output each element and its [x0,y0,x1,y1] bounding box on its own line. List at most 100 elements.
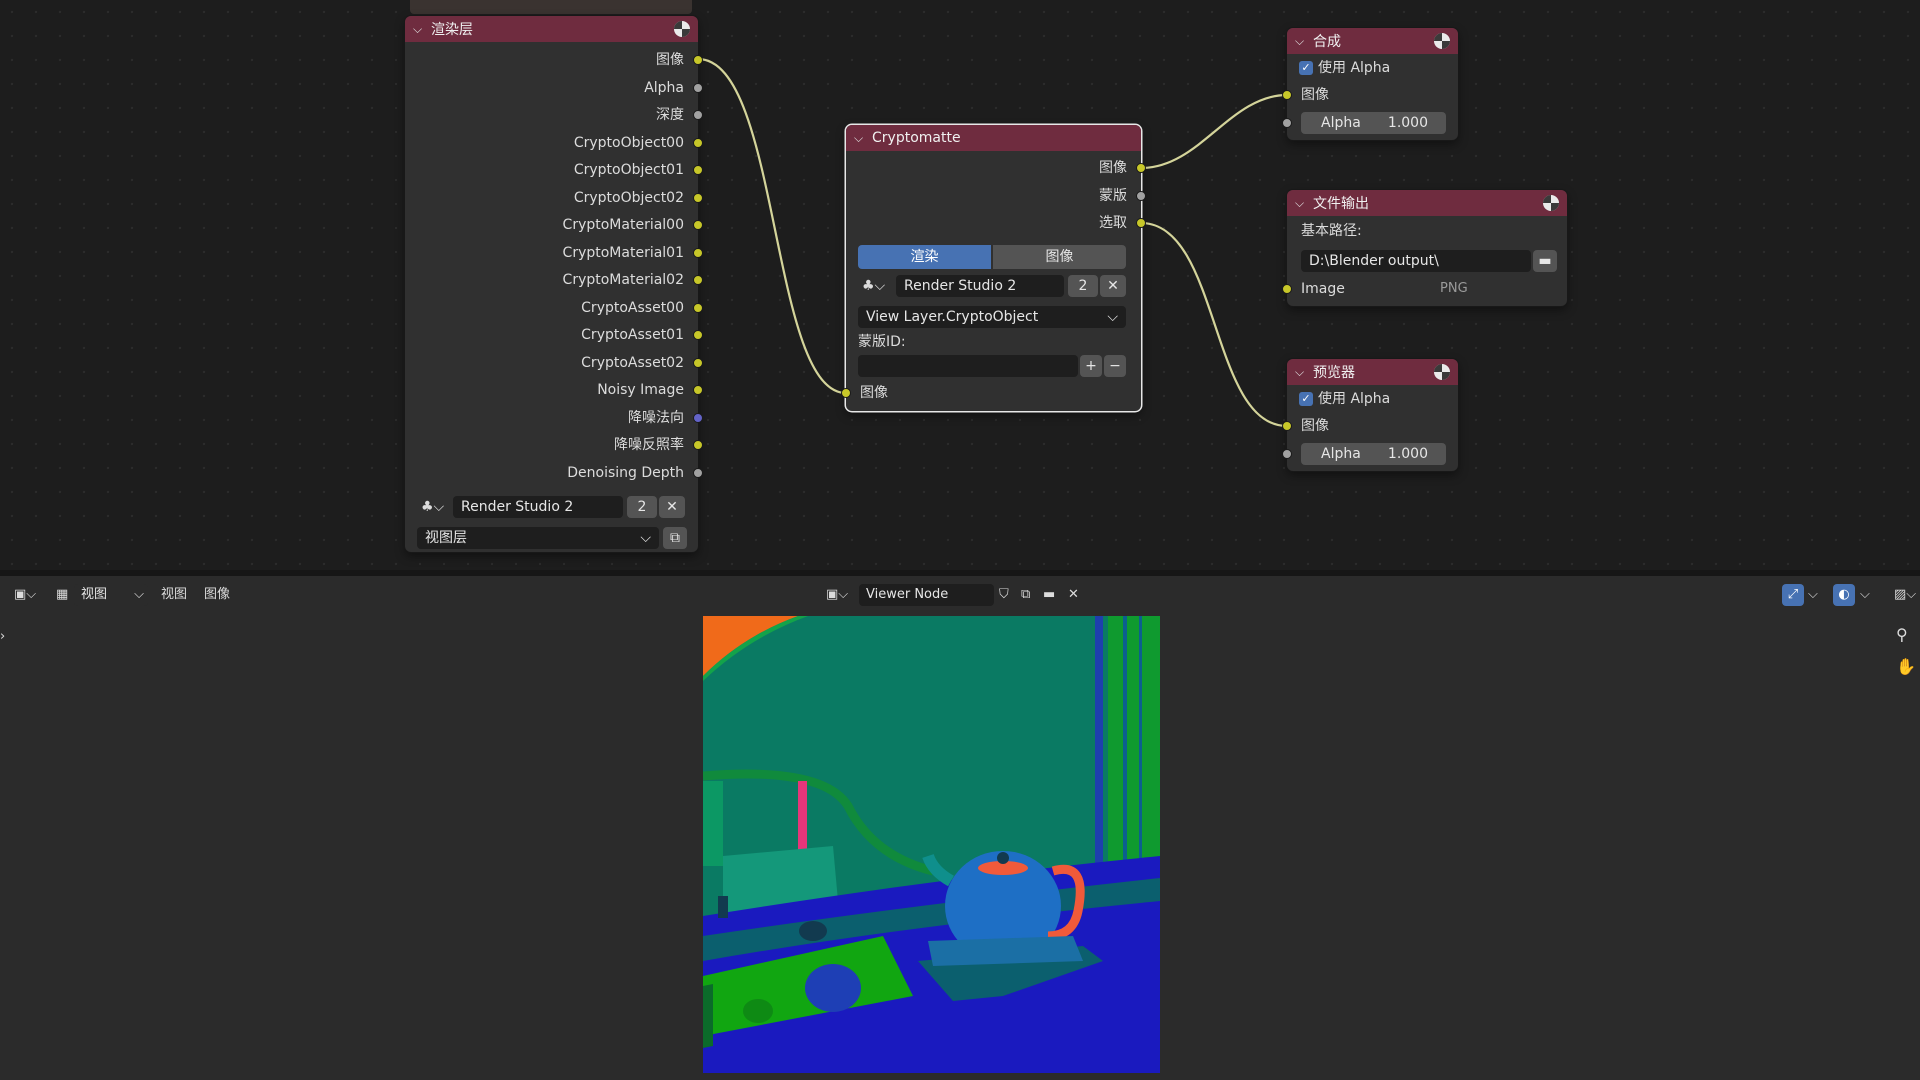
output-socket[interactable] [693,357,703,368]
chevron-down-icon[interactable]: ⌵ [854,131,872,146]
editor-type-icon[interactable]: ▣⌵ [14,584,36,606]
layer-name: View Layer.CryptoObject [866,309,1039,325]
render-layers-node[interactable]: ⌵ 渲染层 图像 Alpha 深度 CryptoObject00 CryptoObjec… [405,16,703,552]
scene-icon[interactable]: ♣⌵ [862,275,885,297]
globe-icon [1434,33,1450,49]
user-count[interactable]: 2 [1068,275,1098,297]
scene-selector[interactable]: ♣⌵ Render Studio 2 2 ✕ [417,496,687,518]
fake-user-icon[interactable]: ⛉ [999,584,1009,606]
close-icon[interactable]: ✕ [1068,584,1079,606]
layer-dropdown[interactable]: View Layer.CryptoObject ⌵ [858,306,1126,328]
close-icon[interactable]: ✕ [659,496,685,518]
chevron-down-icon[interactable]: ⌵ [1808,584,1818,606]
output-socket[interactable] [693,165,703,175]
hand-icon[interactable]: ✋ [1896,656,1916,678]
image-browse-icon[interactable]: ▣⌵ [826,584,848,606]
checkbox-icon[interactable]: ✓ [1299,61,1313,75]
image-input-socket[interactable] [1282,284,1292,294]
chevron-down-icon[interactable]: ⌵ [1295,196,1313,211]
overlay-icon[interactable]: ◐ [1833,584,1855,606]
output-socket[interactable] [693,110,703,120]
output-socket[interactable] [693,192,703,203]
output-socket[interactable] [1136,190,1146,201]
output-socket[interactable] [693,55,703,65]
viewer-image[interactable] [703,616,1160,1073]
cryptomatte-node[interactable]: ⌵ Cryptomatte 图像 蒙版 选取 渲染 图像 ♣⌵ Render Stu… [841,125,1146,411]
node-editor[interactable]: ⌵ 渲染层 图像 Alpha 深度 CryptoObject00 CryptoObjec… [0,0,1920,570]
output-socket[interactable] [693,467,703,478]
scene-icon[interactable]: ♣⌵ [421,496,444,518]
scene-name-field[interactable]: Render Studio 2 [453,496,623,518]
output-socket[interactable] [693,220,703,230]
node-header[interactable]: ⌵ 预览器 [1287,359,1458,385]
output-socket[interactable] [693,412,703,423]
minus-icon[interactable]: − [1104,355,1126,377]
node-title: 文件输出 [1313,196,1369,212]
node-header[interactable]: ⌵ 文件输出 [1287,190,1567,216]
image-input-label: 图像 [1301,87,1329,103]
output-socket-row: 降噪反照率 [614,434,684,456]
view-layer-icon[interactable]: ⧉ [663,527,687,549]
viewer-node[interactable]: ⌵ 预览器 ✓ 使用 Alpha 图像 Alpha 1.000 [1282,359,1458,471]
scene-name-field[interactable]: Render Studio 2 [896,275,1064,297]
matte-id-field[interactable] [858,355,1078,377]
output-socket[interactable] [693,275,703,285]
output-socket-row: CryptoObject02 [574,187,684,209]
chevron-down-icon[interactable]: ⌵ [413,22,431,37]
open-folder-icon[interactable]: ▬ [1043,584,1055,606]
display-channels-icon[interactable]: ▨⌵ [1894,584,1916,606]
node-header[interactable]: ⌵ Cryptomatte [846,125,1141,151]
chevron-down-icon[interactable]: ⌵ [1295,365,1313,380]
image-input-socket[interactable] [1282,90,1292,100]
base-path-field[interactable]: D:\Blender output\ [1301,250,1531,272]
composite-node[interactable]: ⌵ 合成 ✓ 使用 Alpha 图像 Alpha 1.000 [1282,28,1458,140]
output-socket[interactable] [1136,218,1146,228]
output-socket[interactable] [693,385,703,395]
output-socket-row: CryptoObject00 [574,132,684,154]
view-mode-dropdown[interactable]: 视图 ⌵ [74,584,148,606]
folder-icon[interactable]: ▬ [1533,250,1557,272]
sidebar-toggle-icon[interactable]: › [0,626,5,648]
file-output-node[interactable]: ⌵ 文件输出 基本路径: D:\Blender output\ ▬ Image … [1282,190,1567,306]
menu-view[interactable]: 视图 [161,584,187,606]
scene-selector[interactable]: ♣⌵ Render Studio 2 2 ✕ [858,275,1126,297]
node-header[interactable]: ⌵ 渲染层 [405,16,698,42]
output-socket[interactable] [693,302,703,313]
view-mode-icon[interactable]: ▦ [56,584,68,606]
alpha-input-socket[interactable] [1282,449,1292,459]
image-input-row: 图像 [1301,415,1329,437]
image-editor[interactable]: ▣⌵ ▦ 视图 ⌵ 视图 图像 ▣⌵ Viewer Node ⛉ ⧉ ▬ ✕ ⤢… [0,576,1920,1080]
image-input-socket[interactable] [1282,421,1292,431]
image-name-field[interactable]: Viewer Node [859,584,994,606]
tab-render[interactable]: 渲染 [858,245,991,269]
zoom-icon[interactable]: ⚲ [1896,624,1908,646]
output-socket[interactable] [1136,163,1146,173]
user-count[interactable]: 2 [627,496,657,518]
alpha-slider[interactable]: Alpha 1.000 [1301,112,1446,134]
alpha-input-socket[interactable] [1282,118,1292,128]
checkbox-icon[interactable]: ✓ [1299,392,1313,406]
input-socket[interactable] [841,388,851,398]
plus-icon[interactable]: + [1080,355,1102,377]
view-layer-dropdown[interactable]: 视图层 ⌵ [417,527,659,549]
globe-icon [1434,364,1450,380]
tab-image[interactable]: 图像 [993,245,1126,269]
output-label: Noisy Image [597,382,684,398]
menu-image[interactable]: 图像 [204,584,230,606]
chevron-down-icon[interactable]: ⌵ [1295,34,1313,49]
output-socket[interactable] [693,440,703,450]
output-socket[interactable] [693,82,703,93]
use-alpha-checkbox[interactable]: ✓ 使用 Alpha [1299,388,1390,410]
gizmo-icon[interactable]: ⤢ [1782,584,1804,606]
view-layer-selector[interactable]: 视图层 ⌵ ⧉ [417,527,687,549]
input-label: 图像 [860,385,888,401]
output-socket[interactable] [693,137,703,148]
close-icon[interactable]: ✕ [1100,275,1126,297]
output-socket[interactable] [693,330,703,340]
output-socket[interactable] [693,247,703,258]
node-header[interactable]: ⌵ 合成 [1287,28,1458,54]
chevron-down-icon[interactable]: ⌵ [1860,584,1870,606]
alpha-slider[interactable]: Alpha 1.000 [1301,443,1446,465]
new-image-icon[interactable]: ⧉ [1021,584,1030,606]
use-alpha-checkbox[interactable]: ✓ 使用 Alpha [1299,57,1390,79]
